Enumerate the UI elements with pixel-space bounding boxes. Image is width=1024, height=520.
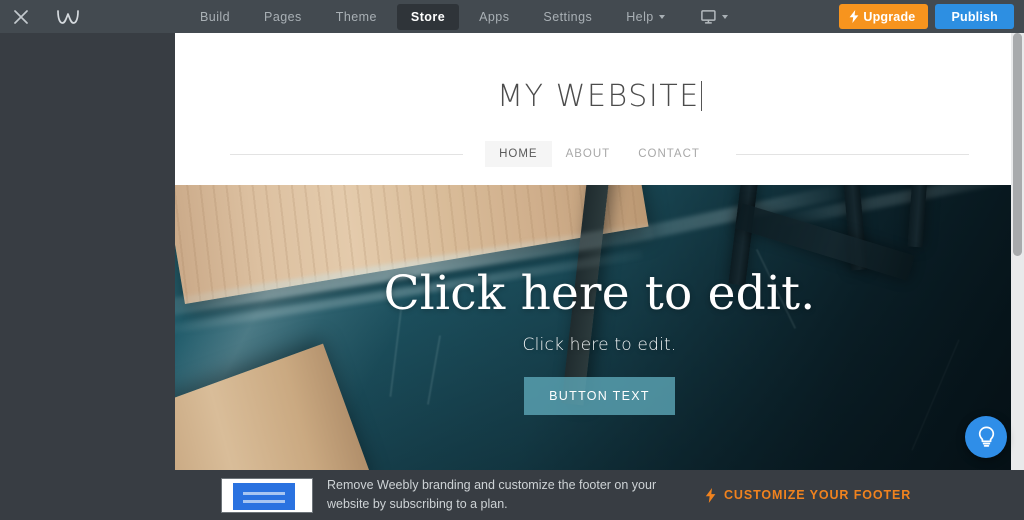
nav-item-store[interactable]: Store <box>396 3 460 30</box>
lightning-bolt-icon <box>705 487 716 503</box>
monitor-icon <box>700 9 716 24</box>
nav-item-theme[interactable]: Theme <box>322 4 391 30</box>
site-navigation: HOME ABOUT CONTACT <box>463 141 736 167</box>
footer-thumbnail-card <box>233 482 295 510</box>
nav-divider-right <box>735 153 970 155</box>
site-nav-item-contact[interactable]: CONTACT <box>624 141 714 167</box>
editor-sidebar <box>0 33 175 520</box>
thumbnail-line <box>243 499 285 503</box>
nav-divider-left <box>230 153 464 155</box>
device-preview-switcher[interactable] <box>691 4 738 30</box>
upgrade-button[interactable]: Upgrade <box>839 4 929 29</box>
help-bubble-button[interactable] <box>965 416 1007 458</box>
topbar-actions: Upgrade Publish <box>839 0 1014 33</box>
editor-main-nav: Build Pages Theme Store Apps Settings He… <box>186 0 738 33</box>
nav-item-label: Settings <box>543 9 593 24</box>
chair-leg-shape <box>907 185 928 248</box>
upgrade-button-label: Upgrade <box>863 9 916 24</box>
nav-item-label: Theme <box>335 9 377 24</box>
canvas-scrollbar-track[interactable] <box>1011 33 1024 470</box>
nav-item-label: Pages <box>264 9 302 24</box>
nav-item-label: Store <box>410 9 446 24</box>
site-nav-item-home[interactable]: HOME <box>485 141 552 167</box>
weebly-logo-icon[interactable] <box>42 0 94 33</box>
editor-top-bar: Build Pages Theme Store Apps Settings He… <box>0 0 1024 33</box>
nav-item-build[interactable]: Build <box>186 4 244 30</box>
chevron-down-icon <box>658 14 665 19</box>
footer-preview-thumbnail <box>221 477 313 513</box>
site-title[interactable]: MY WEBSITE <box>175 79 1024 114</box>
hero-subheading[interactable]: Click here to edit. <box>175 335 1024 355</box>
customize-footer-link[interactable]: CUSTOMIZE YOUR FOOTER <box>705 487 912 503</box>
nav-item-apps[interactable]: Apps <box>465 4 523 30</box>
hero-cta-button[interactable]: BUTTON TEXT <box>524 377 675 416</box>
customize-footer-label: CUSTOMIZE YOUR FOOTER <box>724 488 912 502</box>
upgrade-footer-bar: Remove Weebly branding and customize the… <box>0 470 1024 520</box>
chevron-down-icon <box>721 14 728 19</box>
nav-item-label: Help <box>626 9 654 24</box>
lightning-bolt-icon <box>849 10 859 23</box>
site-nav-row: HOME ABOUT CONTACT <box>175 141 1024 167</box>
nav-item-settings[interactable]: Settings <box>529 4 606 30</box>
lightbulb-icon <box>978 426 994 447</box>
hero-heading[interactable]: Click here to edit. <box>175 269 1024 319</box>
canvas-scrollbar-thumb[interactable] <box>1013 33 1022 256</box>
nav-item-pages[interactable]: Pages <box>250 4 316 30</box>
hero-content: Click here to edit. Click here to edit. … <box>175 269 1024 416</box>
close-icon[interactable] <box>0 0 42 33</box>
text-cursor-caret <box>700 81 702 111</box>
hero-section[interactable]: Click here to edit. Click here to edit. … <box>175 185 1024 470</box>
site-nav-item-about[interactable]: ABOUT <box>552 141 625 167</box>
site-title-text: MY WEBSITE <box>497 79 700 114</box>
site-header: MY WEBSITE HOME ABOUT CONTACT <box>175 33 1024 185</box>
weebly-editor-window: Build Pages Theme Store Apps Settings He… <box>0 0 1024 520</box>
site-preview-canvas[interactable]: MY WEBSITE HOME ABOUT CONTACT Click here… <box>175 33 1024 470</box>
nav-item-label: Build <box>200 9 231 24</box>
nav-item-help[interactable]: Help <box>612 4 679 30</box>
thumbnail-line <box>243 491 285 495</box>
footer-message: Remove Weebly branding and customize the… <box>327 478 657 511</box>
publish-button[interactable]: Publish <box>935 4 1014 29</box>
nav-item-label: Apps <box>479 9 510 24</box>
